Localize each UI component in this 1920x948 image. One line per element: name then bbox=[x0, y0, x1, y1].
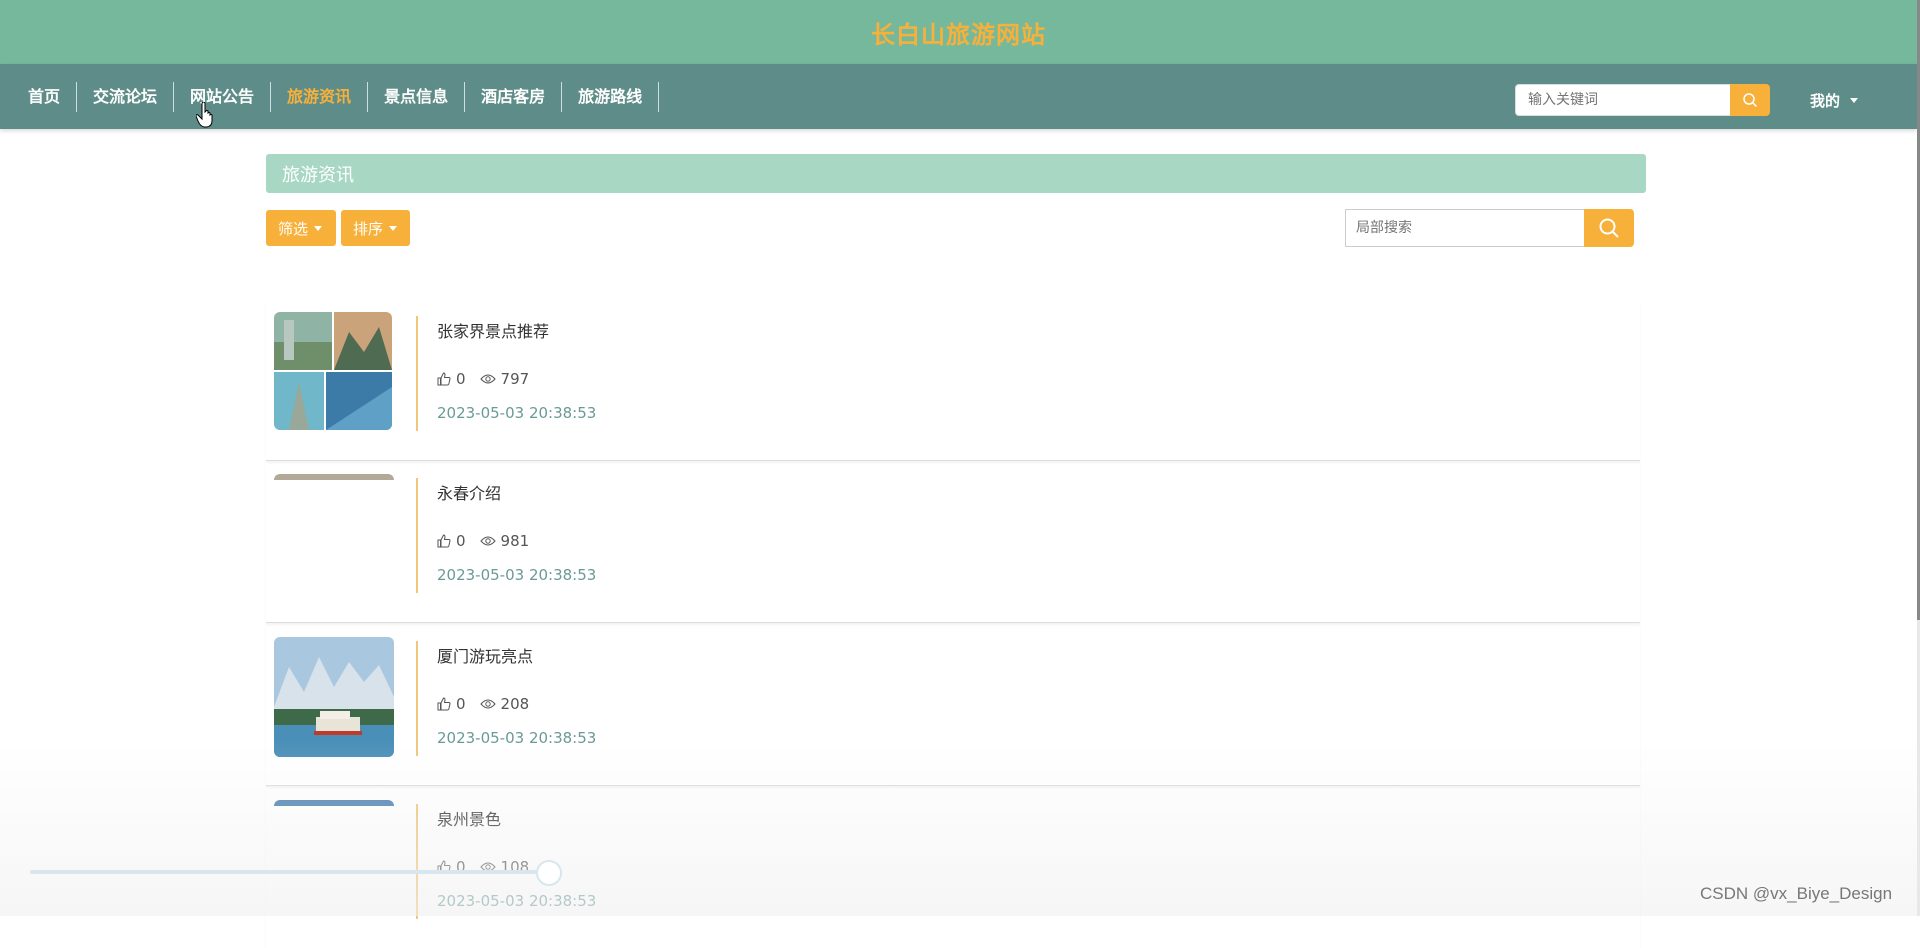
news-divider bbox=[416, 804, 418, 919]
section-title: 旅游资讯 bbox=[282, 164, 354, 186]
news-thumbnail bbox=[274, 800, 394, 920]
news-list-item[interactable]: 永春介绍 0 981 2023-05-03 20:38:53 bbox=[266, 462, 1640, 623]
view-value: 981 bbox=[500, 532, 530, 550]
news-timestamp: 2023-05-03 20:38:53 bbox=[437, 892, 597, 910]
section-header: 旅游资讯 bbox=[266, 154, 1646, 193]
caret-down-icon bbox=[389, 225, 398, 231]
nav-item-home[interactable]: 首页 bbox=[12, 82, 78, 112]
user-menu-label: 我的 bbox=[1810, 92, 1841, 110]
nav-item-announcement[interactable]: 网站公告 bbox=[174, 82, 272, 112]
sort-dropdown-button[interactable]: 排序 bbox=[341, 210, 410, 246]
view-value: 208 bbox=[500, 695, 530, 713]
local-search bbox=[1345, 209, 1634, 247]
view-count: 797 bbox=[479, 370, 530, 388]
nav-item-hotel-rooms[interactable]: 酒店客房 bbox=[465, 82, 563, 112]
nav-item-scenic-spots[interactable]: 景点信息 bbox=[368, 82, 466, 112]
caret-down-icon bbox=[1850, 98, 1859, 103]
news-divider bbox=[416, 641, 418, 756]
eye-icon bbox=[479, 699, 496, 709]
like-value: 0 bbox=[456, 695, 466, 713]
local-search-button[interactable] bbox=[1584, 209, 1634, 247]
filter-label: 筛选 bbox=[278, 219, 309, 238]
view-value: 797 bbox=[500, 370, 530, 388]
site-header: 长白山旅游网站 bbox=[0, 0, 1917, 64]
news-meta: 0 797 bbox=[437, 370, 529, 388]
nav-item-travel-news[interactable]: 旅游资讯 bbox=[271, 82, 369, 112]
news-title[interactable]: 永春介绍 bbox=[437, 480, 501, 504]
news-list-item[interactable]: 泉州景色 0 108 2023-05-03 20:38:53 bbox=[266, 788, 1640, 948]
video-progress-knob[interactable] bbox=[536, 860, 562, 886]
news-list-item[interactable]: 张家界景点推荐 0 797 2023-05-03 20:38:53 bbox=[266, 300, 1640, 461]
news-timestamp: 2023-05-03 20:38:53 bbox=[437, 566, 597, 584]
news-divider bbox=[416, 478, 418, 593]
search-icon bbox=[1599, 218, 1619, 238]
news-list-item[interactable]: 厦门游玩亮点 0 208 2023-05-03 20:38:53 bbox=[266, 625, 1640, 786]
news-thumbnail bbox=[274, 474, 394, 594]
hand-cursor-icon bbox=[196, 102, 213, 128]
nav-search bbox=[1515, 84, 1770, 116]
filter-dropdown-button[interactable]: 筛选 bbox=[266, 210, 336, 246]
nav-item-travel-routes[interactable]: 旅游路线 bbox=[562, 82, 660, 112]
news-divider bbox=[416, 316, 418, 431]
thumbs-up-icon bbox=[437, 534, 451, 548]
like-count[interactable]: 0 bbox=[437, 370, 466, 388]
video-progress-track[interactable] bbox=[30, 870, 550, 874]
nav-search-input[interactable] bbox=[1515, 84, 1730, 116]
like-value: 0 bbox=[456, 532, 466, 550]
nav-search-button[interactable] bbox=[1730, 84, 1770, 116]
like-value: 0 bbox=[456, 370, 466, 388]
eye-icon bbox=[479, 536, 496, 546]
sort-label: 排序 bbox=[353, 219, 384, 238]
local-search-input[interactable] bbox=[1345, 209, 1584, 247]
thumbs-up-icon bbox=[437, 372, 451, 386]
site-title: 长白山旅游网站 bbox=[871, 20, 1046, 49]
like-count[interactable]: 0 bbox=[437, 695, 466, 713]
news-meta: 0 208 bbox=[437, 695, 529, 713]
watermark: CSDN @vx_Biye_Design bbox=[1700, 884, 1893, 903]
caret-down-icon bbox=[314, 225, 323, 231]
news-thumbnail bbox=[274, 312, 392, 430]
news-timestamp: 2023-05-03 20:38:53 bbox=[437, 404, 597, 422]
nav-menu: 首页 交流论坛 网站公告 旅游资讯 景点信息 酒店客房 旅游路线 bbox=[12, 82, 660, 112]
news-meta: 0 981 bbox=[437, 532, 529, 550]
thumbs-up-icon bbox=[437, 697, 451, 711]
search-icon bbox=[1743, 93, 1758, 108]
main-nav: 首页 交流论坛 网站公告 旅游资讯 景点信息 酒店客房 旅游路线 我的 bbox=[0, 64, 1917, 129]
eye-icon bbox=[479, 374, 496, 384]
view-count: 208 bbox=[479, 695, 530, 713]
news-thumbnail bbox=[274, 637, 394, 757]
view-count: 981 bbox=[479, 532, 530, 550]
news-title[interactable]: 厦门游玩亮点 bbox=[437, 643, 533, 667]
like-count[interactable]: 0 bbox=[437, 532, 466, 550]
news-title[interactable]: 泉州景色 bbox=[437, 806, 501, 830]
user-menu-dropdown[interactable]: 我的 bbox=[1810, 90, 1859, 111]
news-title[interactable]: 张家界景点推荐 bbox=[437, 318, 549, 342]
nav-item-forum[interactable]: 交流论坛 bbox=[77, 82, 175, 112]
news-timestamp: 2023-05-03 20:38:53 bbox=[437, 729, 597, 747]
